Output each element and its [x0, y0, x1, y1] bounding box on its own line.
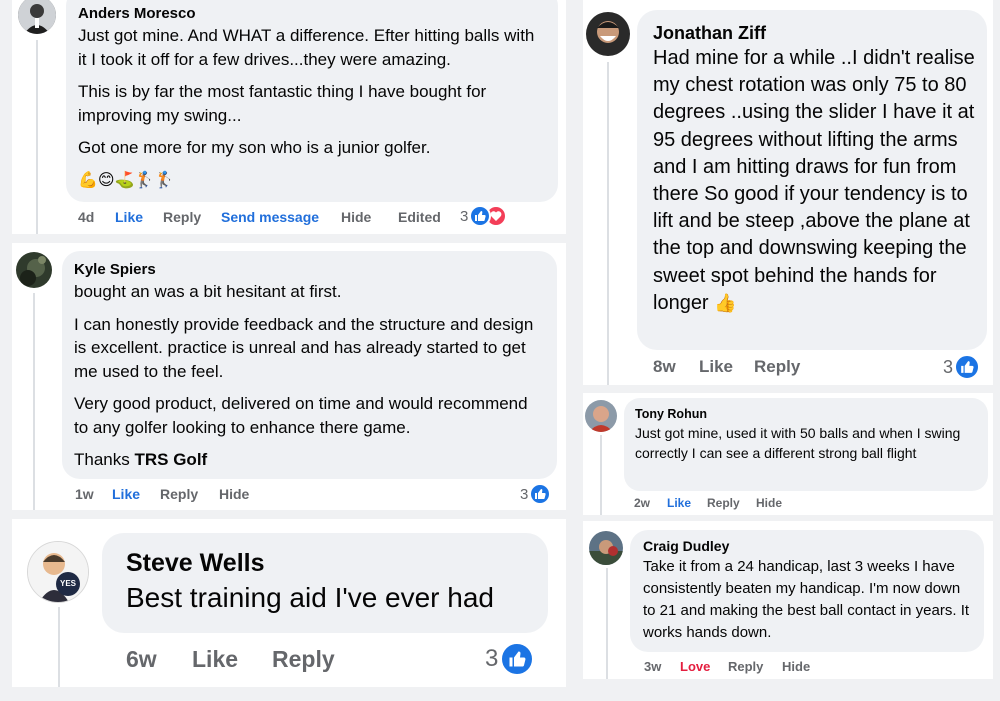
author-name[interactable]: Anders Moresco [78, 4, 546, 24]
thread-line [36, 40, 38, 234]
author-name[interactable]: Jonathan Ziff [653, 21, 979, 45]
like-reaction-icon [954, 354, 981, 380]
comment-text: Best training aid I've ever had [126, 582, 495, 613]
like-link[interactable]: Like [667, 496, 707, 510]
reaction-count[interactable]: 3 [485, 641, 536, 677]
comment-bubble: Jonathan Ziff Had mine for a while ..I d… [637, 10, 987, 350]
timestamp[interactable]: 3w [644, 659, 680, 674]
comment-card-kyle: Kyle Spiers bought an was a bit hesitant… [12, 243, 566, 510]
thread-line [606, 568, 608, 679]
author-name[interactable]: Tony Rohun [635, 406, 978, 423]
reaction-number: 3 [485, 645, 499, 672]
comment-bubble: Kyle Spiers bought an was a bit hesitant… [62, 251, 557, 479]
like-link[interactable]: Like [699, 357, 754, 377]
thread-line [600, 435, 602, 515]
comment-actions: 3w Love Reply Hide [644, 656, 816, 676]
thread-line [58, 607, 60, 687]
author-name[interactable]: Craig Dudley [643, 537, 976, 556]
avatar-badge-text: YES [60, 579, 77, 588]
avatar[interactable] [586, 12, 630, 56]
hide-link[interactable]: Hide [756, 496, 786, 510]
comment-actions: 6w Like Reply [126, 643, 352, 675]
timestamp[interactable]: 8w [653, 357, 699, 377]
like-link[interactable]: Like [112, 486, 160, 502]
author-name[interactable]: Steve Wells [126, 547, 524, 579]
reaction-count[interactable]: 3 [943, 354, 981, 380]
author-name[interactable]: Kyle Spiers [74, 260, 545, 280]
reply-link[interactable]: Reply [707, 496, 756, 510]
comment-text: bought an was a bit hesitant at first. [74, 282, 342, 301]
thread-line [33, 293, 35, 510]
comment-text: I can honestly provide feedback and the … [74, 314, 534, 381]
timestamp[interactable]: 4d [78, 209, 115, 225]
comment-actions: 1w Like Reply Hide [75, 483, 259, 505]
reply-link[interactable]: Reply [728, 659, 782, 674]
comment-text: Had mine for a while ..I didn't realise … [653, 45, 979, 317]
avatar[interactable] [16, 252, 52, 288]
comment-card-steve: YES Steve Wells Best training aid I've e… [12, 519, 566, 687]
like-reaction-icon [499, 641, 536, 677]
send-message-link[interactable]: Send message [221, 209, 341, 225]
comment-text: This is by far the most fantastic thing … [78, 82, 487, 125]
like-link[interactable]: Like [115, 209, 163, 225]
timestamp[interactable]: 1w [75, 486, 112, 502]
avatar[interactable]: YES [27, 541, 89, 603]
reaction-number: 3 [943, 356, 954, 377]
reply-link[interactable]: Reply [160, 486, 219, 502]
reply-link[interactable]: Reply [163, 209, 221, 225]
comment-body: Had mine for a while ..I didn't realise … [653, 47, 975, 314]
comment-bubble: Anders Moresco Just got mine. And WHAT a… [66, 0, 558, 202]
hide-link[interactable]: Hide [341, 209, 398, 225]
timestamp[interactable]: 2w [634, 496, 667, 510]
reaction-number: 3 [460, 207, 469, 225]
comment-bubble: Steve Wells Best training aid I've ever … [102, 533, 548, 633]
comment-text: Very good product, delivered on time and… [74, 394, 528, 437]
hide-link[interactable]: Hide [219, 486, 259, 502]
love-link[interactable]: Love [680, 659, 728, 674]
comment-actions: 2w Like Reply Hide [634, 494, 786, 512]
comment-text: Take it from a 24 handicap, last 3 weeks… [643, 558, 970, 641]
comment-text: Thanks TRS Golf [74, 448, 545, 472]
hide-link[interactable]: Hide [782, 659, 816, 674]
comment-card-tony: Tony Rohun Just got mine, used it with 5… [583, 393, 993, 515]
reaction-count[interactable]: 3 [520, 483, 552, 505]
timestamp[interactable]: 6w [126, 646, 192, 673]
thread-line [607, 62, 609, 385]
reaction-count[interactable]: 3 [460, 205, 508, 227]
comment-text: Got one more for my son who is a junior … [78, 138, 431, 157]
reply-link[interactable]: Reply [754, 357, 809, 377]
reaction-number: 3 [520, 485, 529, 503]
comment-text: Just got mine. And WHAT a difference. Ef… [78, 26, 535, 69]
mention-link[interactable]: TRS Golf [134, 450, 207, 469]
comment-bubble: Craig Dudley Take it from a 24 handicap,… [630, 530, 984, 652]
comment-actions: 8w Like Reply [653, 354, 809, 380]
comment-text: Just got mine, used it with 50 balls and… [635, 425, 961, 461]
comment-bubble: Tony Rohun Just got mine, used it with 5… [624, 398, 988, 491]
avatar[interactable] [18, 0, 56, 34]
edited-label: Edited [398, 209, 441, 225]
like-reaction-icon [529, 483, 552, 505]
comment-actions: 4d Like Reply Send message Hide Edited [78, 206, 458, 228]
like-link[interactable]: Like [192, 646, 272, 673]
emoji-row: 💪😊⛳🏌🏌 [78, 172, 175, 189]
comment-card-anders: Anders Moresco Just got mine. And WHAT a… [12, 0, 566, 234]
reply-link[interactable]: Reply [272, 646, 352, 673]
thanks-text: Thanks [74, 450, 135, 469]
comment-card-jonathan: Jonathan Ziff Had mine for a while ..I d… [583, 0, 993, 385]
avatar[interactable] [585, 400, 617, 432]
thumbs-up-emoji: 👍 [714, 292, 737, 313]
comment-card-craig: Craig Dudley Take it from a 24 handicap,… [583, 521, 993, 679]
avatar[interactable] [589, 531, 623, 565]
